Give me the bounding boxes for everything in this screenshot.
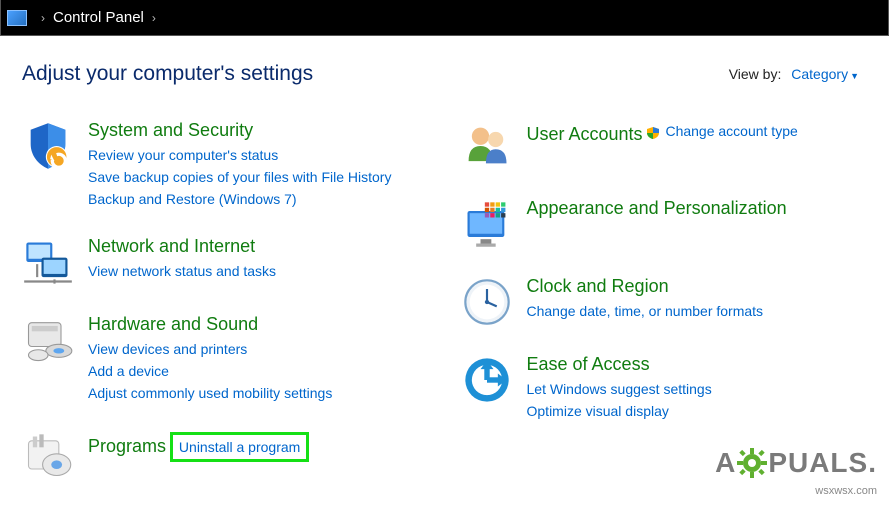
link-mobility-settings[interactable]: Adjust commonly used mobility settings xyxy=(88,382,332,404)
link-devices-printers[interactable]: View devices and printers xyxy=(88,338,332,360)
link-text: Change account type xyxy=(665,120,797,142)
control-panel-icon xyxy=(7,10,27,26)
page-title: Adjust your computer's settings xyxy=(22,62,313,86)
address-bar[interactable]: › Control Panel › xyxy=(0,0,889,36)
category-system-and-security: System and Security Review your computer… xyxy=(22,120,431,210)
link-suggest-settings[interactable]: Let Windows suggest settings xyxy=(527,378,712,400)
category-hardware-and-sound: Hardware and Sound View devices and prin… xyxy=(22,314,431,404)
source-text: wsxwsx.com xyxy=(815,485,877,497)
shield-icon xyxy=(22,120,74,172)
hardware-icon xyxy=(22,314,74,366)
link-review-status[interactable]: Review your computer's status xyxy=(88,144,391,166)
category-appearance-and-personalization: Appearance and Personalization xyxy=(461,198,870,250)
highlight-uninstall-program: Uninstall a program xyxy=(170,432,309,462)
link-uninstall-program[interactable]: Uninstall a program xyxy=(179,439,300,455)
link-date-time-formats[interactable]: Change date, time, or number formats xyxy=(527,300,764,322)
category-ease-of-access: Ease of Access Let Windows suggest setti… xyxy=(461,354,870,422)
view-by-control[interactable]: View by: Category▼ xyxy=(729,66,859,82)
category-title[interactable]: Network and Internet xyxy=(88,236,255,257)
category-network-and-internet: Network and Internet View network status… xyxy=(22,236,431,288)
chevron-right-icon[interactable]: › xyxy=(144,11,164,25)
gear-icon xyxy=(737,448,767,478)
link-add-device[interactable]: Add a device xyxy=(88,360,332,382)
category-title[interactable]: Appearance and Personalization xyxy=(527,198,787,219)
category-clock-and-region: Clock and Region Change date, time, or n… xyxy=(461,276,870,328)
page-header: Adjust your computer's settings View by:… xyxy=(0,36,889,96)
category-title[interactable]: Ease of Access xyxy=(527,354,650,375)
category-title[interactable]: User Accounts xyxy=(527,124,643,145)
link-network-status[interactable]: View network status and tasks xyxy=(88,260,276,282)
view-by-value[interactable]: Category xyxy=(791,66,848,82)
watermark: A PUALS. xyxy=(715,447,877,479)
view-by-label: View by: xyxy=(729,66,782,82)
network-icon xyxy=(22,236,74,288)
category-programs: Programs Uninstall a program xyxy=(22,430,431,482)
appearance-icon xyxy=(461,198,513,250)
category-title[interactable]: Programs xyxy=(88,436,166,457)
programs-icon xyxy=(22,430,74,482)
category-title[interactable]: System and Security xyxy=(88,120,253,141)
watermark-text-pre: A xyxy=(715,447,736,479)
left-column: System and Security Review your computer… xyxy=(22,120,431,508)
breadcrumb-control-panel[interactable]: Control Panel xyxy=(53,9,144,26)
link-file-history[interactable]: Save backup copies of your files with Fi… xyxy=(88,166,391,188)
clock-icon xyxy=(461,276,513,328)
chevron-right-icon[interactable]: › xyxy=(33,11,53,25)
category-title[interactable]: Hardware and Sound xyxy=(88,314,258,335)
users-icon xyxy=(461,120,513,172)
ease-icon xyxy=(461,354,513,406)
link-backup-restore[interactable]: Backup and Restore (Windows 7) xyxy=(88,188,391,210)
watermark-text-post: PUALS. xyxy=(768,447,877,479)
link-change-account-type[interactable]: Change account type xyxy=(646,120,797,142)
chevron-down-icon[interactable]: ▼ xyxy=(850,71,859,81)
uac-shield-icon xyxy=(646,124,660,138)
category-user-accounts: User Accounts Change account type xyxy=(461,120,870,172)
link-optimize-visual[interactable]: Optimize visual display xyxy=(527,400,712,422)
category-title[interactable]: Clock and Region xyxy=(527,276,669,297)
